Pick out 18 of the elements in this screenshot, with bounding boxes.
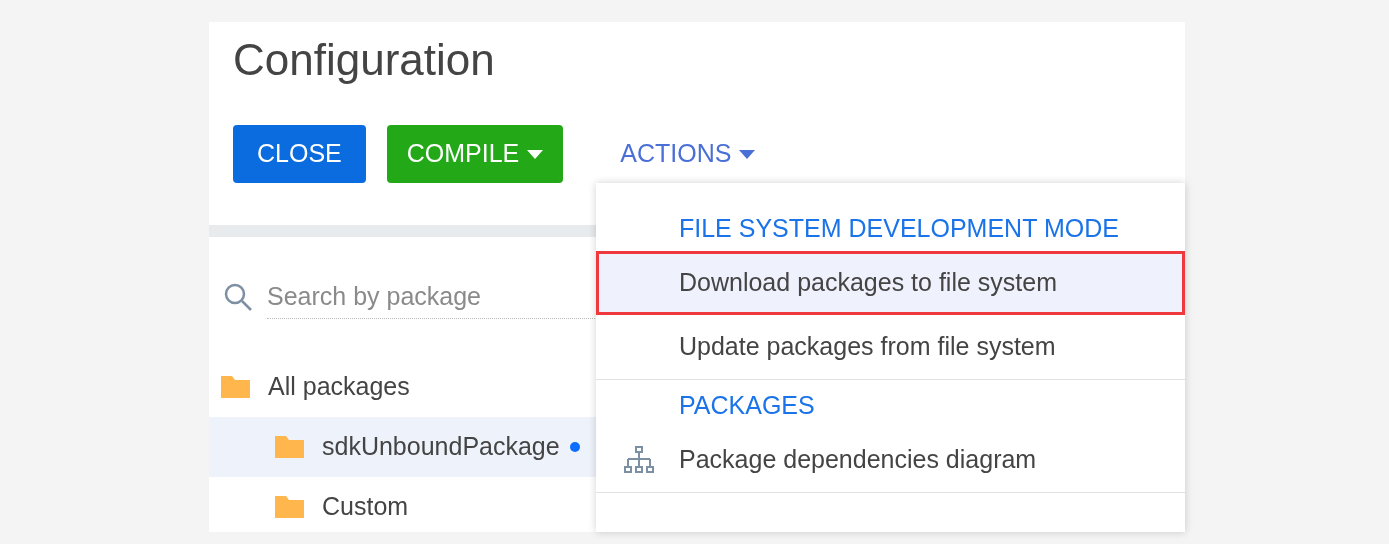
package-name: sdkUnboundPackage	[322, 431, 560, 463]
folder-icon	[275, 496, 304, 518]
actions-menu-button[interactable]: ACTIONS	[600, 125, 776, 183]
search-icon	[223, 282, 253, 312]
folder-icon	[275, 436, 304, 458]
search-field[interactable]: Search by package	[267, 275, 597, 319]
package-name: All packages	[268, 371, 410, 403]
menu-item[interactable]: Download packages to file system	[596, 251, 1185, 315]
menu-item[interactable]: Update packages from file system	[596, 315, 1185, 379]
page-title: Configuration	[233, 34, 496, 86]
folder-icon	[221, 376, 250, 398]
toolbar-button[interactable]: CLOSE	[233, 125, 366, 183]
caret-icon	[527, 149, 544, 159]
package-name: Custom	[322, 491, 409, 523]
menu-item[interactable]: Package dependencies diagram	[596, 428, 1185, 492]
caret-icon	[739, 149, 756, 159]
menu-section-header: FILE SYSTEM DEVELOPMENT MODE	[678, 213, 1120, 245]
hierarchy-icon	[624, 446, 654, 474]
